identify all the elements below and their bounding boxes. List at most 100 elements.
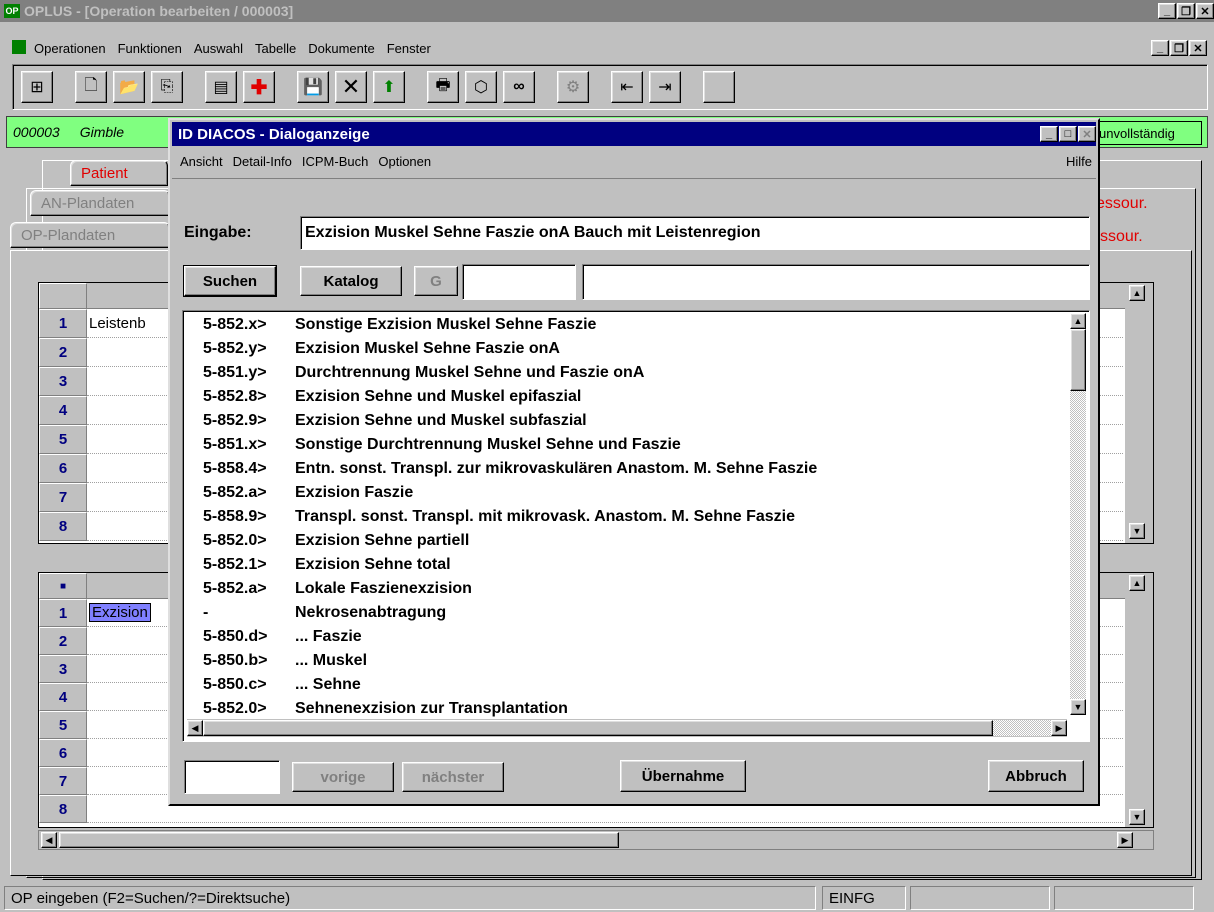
row-header[interactable]: 6 (39, 454, 87, 483)
menu-funktionen[interactable]: Funktionen (118, 41, 182, 56)
row-header[interactable]: 8 (39, 512, 87, 541)
scroll-thumb[interactable] (59, 832, 619, 848)
catalog-button[interactable]: Katalog (300, 266, 402, 296)
dlg-menu-hilfe[interactable]: Hilfe (1066, 154, 1092, 169)
grid1-scrollbar[interactable]: ▲ ▼ (1125, 283, 1153, 543)
previous-button[interactable]: vorige (292, 762, 394, 792)
result-item[interactable]: 5-852.8> Exzision Sehne und Muskel epifas… (203, 385, 1063, 409)
result-item[interactable]: 5-858.4> Entn. sonst. Transpl. zur mikrov… (203, 457, 1063, 481)
move-left-icon[interactable]: ⇤ (611, 71, 643, 103)
tab-ressour-2[interactable]: ssour. (1100, 228, 1143, 246)
result-item[interactable]: 5-850.c> ... Sehne (203, 673, 1063, 697)
row-header[interactable]: 1 (39, 599, 87, 627)
row-header[interactable]: 5 (39, 711, 87, 739)
result-item[interactable]: 5-852.0> Exzision Sehne partiell (203, 529, 1063, 553)
scroll-thumb[interactable] (1070, 329, 1086, 391)
results-hscrollbar[interactable]: ◀ ▶ (187, 719, 1067, 737)
cancel-button[interactable]: Abbruch (988, 760, 1084, 792)
open-folder-icon[interactable]: 📂 (113, 71, 145, 103)
row-header[interactable]: 2 (39, 627, 87, 655)
next-button[interactable]: nächster (402, 762, 504, 792)
new-document-icon[interactable]: 🗋 (75, 71, 107, 103)
up-arrow-icon[interactable]: ⬆ (373, 71, 405, 103)
result-item[interactable]: 5-852.y> Exzision Muskel Sehne Faszie onA (203, 337, 1063, 361)
result-item[interactable]: 5-852.a> Exzision Faszie (203, 481, 1063, 505)
medical-cross-icon[interactable]: ✚ (243, 71, 275, 103)
minimize-icon[interactable]: _ (1158, 3, 1176, 19)
grid2-scrollbar[interactable]: ▲ ▼ (1125, 573, 1153, 827)
row-header[interactable]: 5 (39, 425, 87, 454)
result-item[interactable]: 5-852.0> Sehnenexzision zur Transplantati… (203, 697, 1063, 721)
scroll-down-icon[interactable]: ▼ (1070, 699, 1086, 715)
scroll-left-icon[interactable]: ◀ (41, 832, 57, 848)
result-item[interactable]: - Nekrosenabtragung (203, 601, 1063, 625)
code-field[interactable] (462, 264, 576, 300)
tag-icon[interactable]: ⬡ (465, 71, 497, 103)
scroll-down-icon[interactable]: ▼ (1129, 523, 1145, 539)
child-restore-icon[interactable]: ❐ (1170, 40, 1188, 56)
page-field[interactable] (184, 760, 280, 794)
dlg-menu-icpm-buch[interactable]: ICPM-Buch (302, 154, 368, 169)
menu-dokumente[interactable]: Dokumente (308, 41, 374, 56)
grid2-hscrollbar[interactable]: ◀ ▶ (38, 830, 1154, 850)
dialog-maximize-icon[interactable]: □ (1059, 126, 1077, 142)
close-icon[interactable]: ✕ (1196, 3, 1214, 19)
result-item[interactable]: 5-852.a> Lokale Faszienexzision (203, 577, 1063, 601)
delete-icon[interactable]: ✕ (335, 71, 367, 103)
scroll-down-icon[interactable]: ▼ (1129, 809, 1145, 825)
dialog-close-icon[interactable]: ✕ (1078, 126, 1096, 142)
dialog-minimize-icon[interactable]: _ (1040, 126, 1058, 142)
scroll-up-icon[interactable]: ▲ (1070, 313, 1086, 329)
restore-icon[interactable]: ❐ (1177, 3, 1195, 19)
search-input[interactable]: Exzision Muskel Sehne Faszie onA Bauch m… (300, 216, 1090, 250)
child-minimize-icon[interactable]: _ (1151, 40, 1169, 56)
row-header[interactable]: 7 (39, 767, 87, 795)
scroll-thumb[interactable] (203, 720, 993, 736)
form-icon[interactable]: ▤ (205, 71, 237, 103)
row-header[interactable]: 6 (39, 739, 87, 767)
scroll-up-icon[interactable]: ▲ (1129, 285, 1145, 301)
new-record-icon[interactable]: ⊞ (21, 71, 53, 103)
scroll-left-icon[interactable]: ◀ (187, 720, 203, 736)
result-item[interactable]: 5-851.y> Durchtrennung Muskel Sehne und F… (203, 361, 1063, 385)
scroll-right-icon[interactable]: ▶ (1051, 720, 1067, 736)
dlg-menu-ansicht[interactable]: Ansicht (180, 154, 223, 169)
menu-auswahl[interactable]: Auswahl (194, 41, 243, 56)
results-vscrollbar[interactable]: ▲ ▼ (1069, 313, 1087, 715)
print-icon[interactable]: 🖶 (427, 71, 459, 103)
binoculars-icon[interactable]: ∞ (503, 71, 535, 103)
move-right-icon[interactable]: ⇥ (649, 71, 681, 103)
menu-operationen[interactable]: Operationen (34, 41, 106, 56)
row-header[interactable]: 1 (39, 309, 87, 338)
dlg-menu-detail-info[interactable]: Detail-Info (233, 154, 292, 169)
accept-button[interactable]: Übernahme (620, 760, 746, 792)
child-close-icon[interactable]: ✕ (1189, 40, 1207, 56)
scroll-up-icon[interactable]: ▲ (1129, 575, 1145, 591)
row-header[interactable]: 4 (39, 396, 87, 425)
menu-tabelle[interactable]: Tabelle (255, 41, 296, 56)
row-header[interactable]: 3 (39, 655, 87, 683)
row-header[interactable]: 7 (39, 483, 87, 512)
copy-icon[interactable]: ⎘ (151, 71, 183, 103)
g-button[interactable]: G (414, 266, 458, 296)
save-icon[interactable]: 💾 (297, 71, 329, 103)
result-item[interactable]: 5-850.b> ... Muskel (203, 649, 1063, 673)
tab-an-plandaten[interactable]: AN-Plandaten (30, 190, 170, 216)
row-header[interactable]: 8 (39, 795, 87, 823)
row-header[interactable]: 2 (39, 338, 87, 367)
result-item[interactable]: 5-851.x> Sonstige Durchtrennung Muskel Se… (203, 433, 1063, 457)
result-item[interactable]: 5-852.x> Sonstige Exzision Muskel Sehne F… (203, 313, 1063, 337)
result-item[interactable]: 5-858.9> Transpl. sonst. Transpl. mit mik… (203, 505, 1063, 529)
tab-op-plandaten[interactable]: OP-Plandaten (10, 222, 170, 248)
tab-patient[interactable]: Patient (70, 160, 168, 186)
row-header[interactable]: 4 (39, 683, 87, 711)
result-item[interactable]: 5-850.d> ... Faszie (203, 625, 1063, 649)
description-field[interactable] (582, 264, 1090, 300)
tab-ressour-1[interactable]: essour. (1096, 195, 1148, 213)
tools-icon[interactable]: ⚙ (557, 71, 589, 103)
search-button[interactable]: Suchen (183, 265, 277, 297)
dlg-menu-optionen[interactable]: Optionen (378, 154, 431, 169)
blank-button-icon[interactable] (703, 71, 735, 103)
result-item[interactable]: 5-852.9> Exzision Sehne und Muskel subfas… (203, 409, 1063, 433)
row-header[interactable]: 3 (39, 367, 87, 396)
